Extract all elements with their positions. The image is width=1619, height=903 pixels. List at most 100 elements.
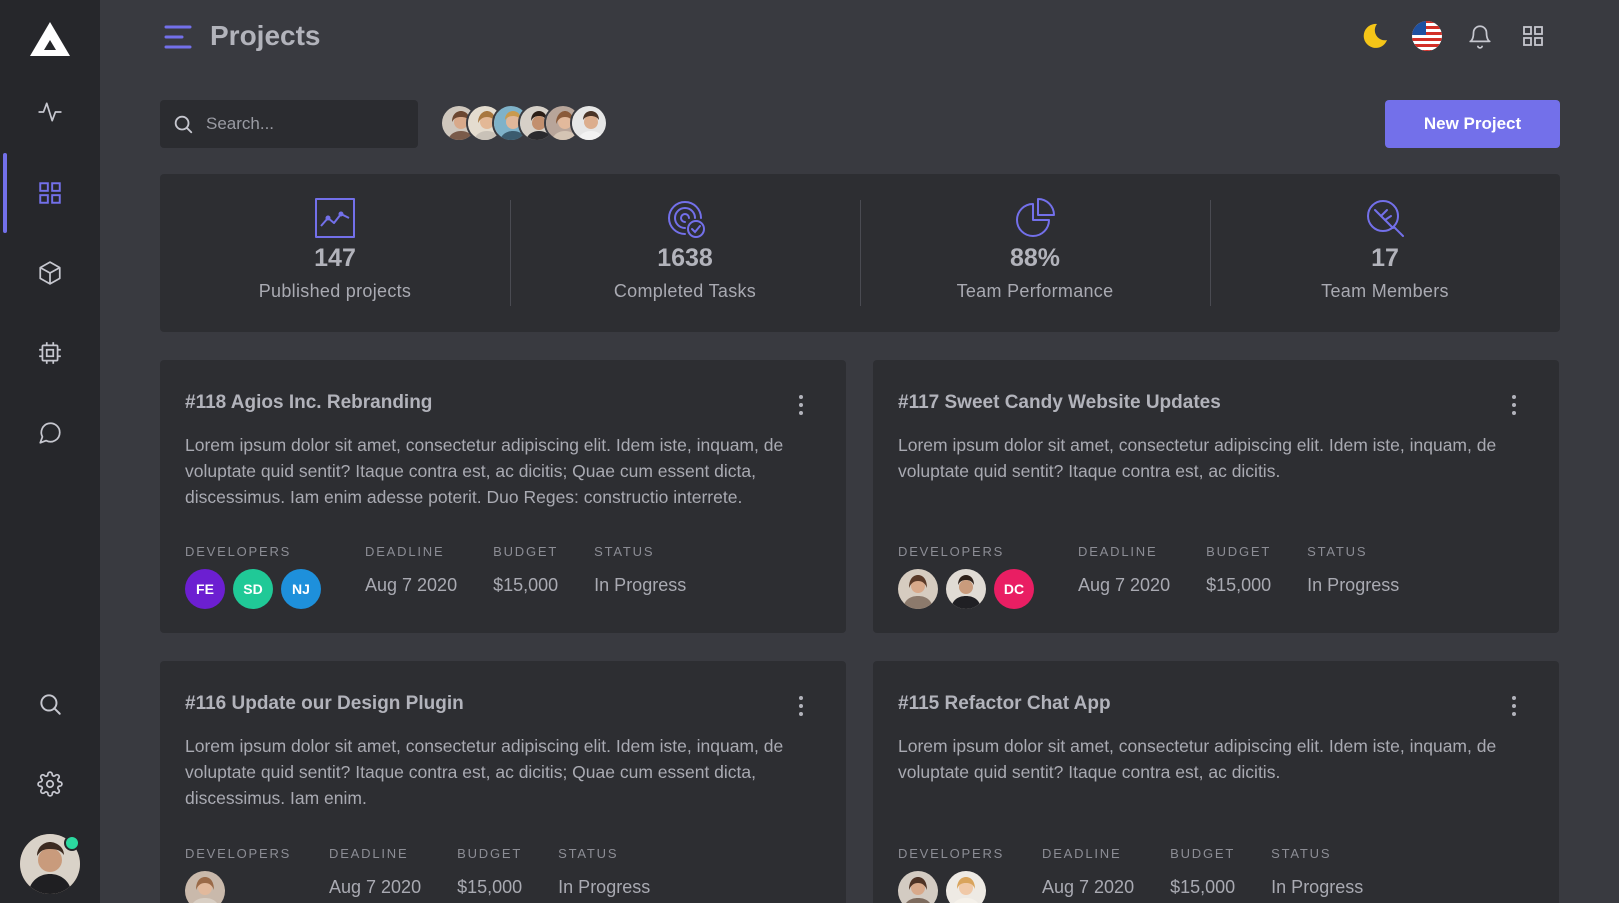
project-card[interactable]: #118 Agios Inc. Rebranding Lorem ipsum d…	[160, 360, 846, 633]
stat-label: Team Members	[1321, 281, 1449, 301]
developer-avatar[interactable]: FE	[185, 569, 225, 609]
deadline-value: Aug 7 2020	[1078, 575, 1171, 595]
logo-icon[interactable]	[29, 20, 71, 58]
status-label: STATUS	[1271, 846, 1332, 861]
project-card[interactable]: #115 Refactor Chat App Lorem ipsum dolor…	[873, 661, 1559, 903]
sidebar-item-activity[interactable]	[0, 72, 100, 152]
developer-avatar[interactable]	[946, 871, 986, 903]
more-options-icon[interactable]	[796, 693, 806, 719]
project-title[interactable]: #117 Sweet Candy Website Updates	[898, 392, 1221, 414]
stat-team-performance: 88% Team Performance	[860, 174, 1210, 332]
status-label: STATUS	[594, 544, 655, 559]
moon-icon	[1363, 23, 1387, 48]
developer-avatar[interactable]	[898, 569, 938, 609]
deadline-value: Aug 7 2020	[365, 575, 458, 595]
sidebar-item-settings[interactable]	[0, 744, 100, 824]
budget-label: BUDGET	[457, 846, 523, 861]
budget-value: $15,000	[1206, 575, 1272, 595]
developer-avatar[interactable]	[185, 871, 225, 903]
project-meta: DEVELOPERS DEADLINE Aug 7 2020 BUDGET $1…	[898, 846, 1399, 903]
leaf-search-icon	[1367, 200, 1404, 237]
project-title[interactable]: #115 Refactor Chat App	[898, 693, 1111, 715]
stats-panel: 147 Published projects 1638 Completed Ta…	[160, 174, 1560, 332]
search-icon	[174, 115, 193, 134]
deadline-label: DEADLINE	[1042, 846, 1122, 861]
project-description: Lorem ipsum dolor sit amet, consectetur …	[898, 736, 1497, 782]
sidebar-item-hardware[interactable]	[0, 313, 100, 393]
search-box	[160, 100, 418, 148]
stat-label: Team Performance	[956, 281, 1114, 301]
stat-value: 88%	[1009, 244, 1061, 272]
team-avatar[interactable]	[570, 104, 608, 142]
project-description: Lorem ipsum dolor sit amet, consectetur …	[185, 736, 784, 808]
sidebar-item-chat[interactable]	[0, 393, 100, 473]
theme-toggle-button[interactable]	[1359, 20, 1391, 52]
sidebar	[0, 0, 100, 903]
stat-value: 1638	[657, 244, 713, 272]
status-value: In Progress	[1307, 575, 1400, 595]
chart-icon	[315, 198, 355, 238]
developers-label: DEVELOPERS	[898, 544, 1005, 559]
stat-published-projects: 147 Published projects	[160, 174, 510, 332]
settings-icon	[37, 771, 63, 797]
sidebar-item-search[interactable]	[0, 664, 100, 744]
project-meta: DEVELOPERS DEADLINE Aug 7 2020 BUDGET $1…	[185, 846, 686, 903]
cpu-icon	[39, 342, 61, 364]
menu-icon[interactable]	[164, 24, 192, 50]
project-card[interactable]: #116 Update our Design Plugin Lorem ipsu…	[160, 661, 846, 903]
project-meta: DEVELOPERS FE SD NJ DEADLINE Aug 7 2020 …	[185, 544, 722, 609]
notifications-button[interactable]	[1464, 20, 1496, 52]
stat-team-members: 17 Team Members	[1210, 174, 1560, 332]
sidebar-item-dashboard[interactable]	[0, 153, 100, 233]
budget-label: BUDGET	[1206, 544, 1272, 559]
developer-avatar[interactable]: DC	[994, 569, 1034, 609]
team-avatars	[440, 104, 608, 144]
stat-label: Published projects	[258, 281, 412, 301]
developers-label: DEVELOPERS	[185, 544, 292, 559]
new-project-button[interactable]: New Project	[1385, 100, 1560, 148]
language-button[interactable]	[1411, 20, 1443, 52]
project-title[interactable]: #118 Agios Inc. Rebranding	[185, 392, 432, 414]
page-title: Projects	[210, 20, 321, 51]
apps-button[interactable]	[1517, 20, 1549, 52]
deadline-label: DEADLINE	[329, 846, 409, 861]
more-options-icon[interactable]	[1509, 392, 1519, 418]
online-status-dot	[64, 835, 80, 851]
status-label: STATUS	[1307, 544, 1368, 559]
target-check-icon	[668, 201, 705, 238]
project-card[interactable]: #117 Sweet Candy Website Updates Lorem i…	[873, 360, 1559, 633]
us-flag-icon	[1412, 21, 1442, 51]
developer-avatar[interactable]	[898, 871, 938, 903]
grid-icon	[39, 182, 61, 204]
developer-avatar[interactable]: SD	[233, 569, 273, 609]
box-icon	[39, 261, 61, 285]
project-title[interactable]: #116 Update our Design Plugin	[185, 693, 464, 715]
sidebar-item-products[interactable]	[0, 233, 100, 313]
deadline-value: Aug 7 2020	[1042, 877, 1135, 897]
search-icon	[40, 694, 61, 715]
more-options-icon[interactable]	[1509, 693, 1519, 719]
search-input[interactable]	[206, 114, 406, 134]
developer-avatar[interactable]: NJ	[281, 569, 321, 609]
status-value: In Progress	[558, 877, 651, 897]
message-icon	[39, 422, 61, 444]
stat-label: Completed Tasks	[613, 281, 757, 301]
deadline-value: Aug 7 2020	[329, 877, 422, 897]
developer-list: FE SD NJ	[185, 569, 329, 609]
status-value: In Progress	[594, 575, 687, 595]
budget-value: $15,000	[1170, 877, 1236, 897]
project-meta: DEVELOPERS DC DEADLINE Aug 7 2020 BUDGET…	[898, 544, 1435, 609]
developer-avatar[interactable]	[946, 569, 986, 609]
stat-value: 17	[1371, 244, 1399, 272]
project-description: Lorem ipsum dolor sit amet, consectetur …	[898, 435, 1497, 481]
stat-completed-tasks: 1638 Completed Tasks	[510, 174, 860, 332]
apps-grid-icon	[1523, 26, 1543, 46]
status-label: STATUS	[558, 846, 619, 861]
budget-value: $15,000	[457, 877, 523, 897]
bell-icon	[1469, 25, 1491, 49]
more-options-icon[interactable]	[796, 392, 806, 418]
activity-icon	[38, 102, 62, 122]
project-description: Lorem ipsum dolor sit amet, consectetur …	[185, 435, 784, 507]
developer-list	[185, 871, 293, 903]
budget-label: BUDGET	[1170, 846, 1236, 861]
